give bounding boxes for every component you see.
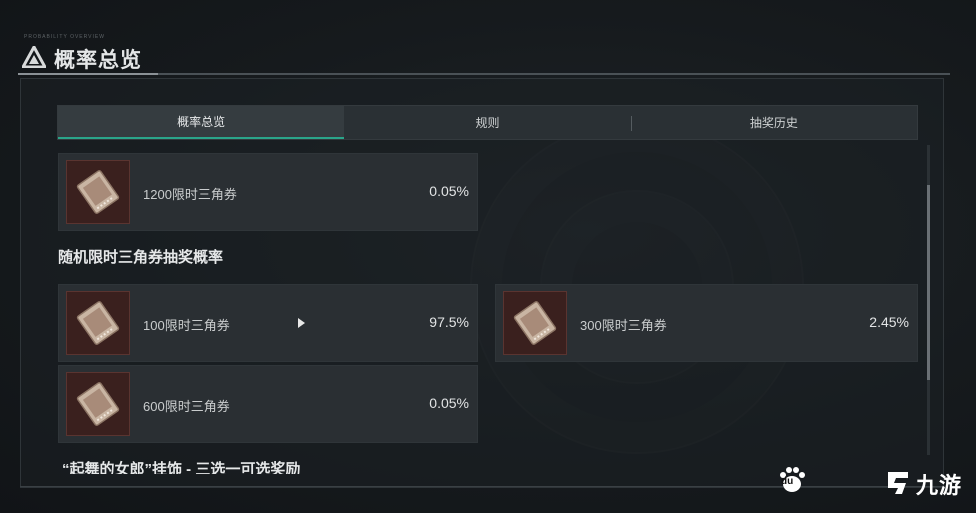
- prize-card-300[interactable]: 300限时三角券 2.45%: [495, 284, 918, 362]
- ticket-icon: [503, 291, 567, 355]
- prize-card-100[interactable]: 100限时三角券 97.5%: [58, 284, 478, 362]
- header-caption: PROBABILITY OVERVIEW: [24, 34, 105, 40]
- header-divider-accent: [18, 73, 158, 75]
- tab-overview[interactable]: 概率总览: [58, 106, 345, 139]
- tab-overview-label: 概率总览: [177, 115, 226, 129]
- ticket-icon: [66, 291, 130, 355]
- prize-card-1200[interactable]: 1200限时三角券 0.05%: [58, 153, 478, 231]
- section-title-random: 随机限时三角券抽奖概率: [58, 249, 224, 266]
- watermark-du-text: du: [781, 476, 794, 487]
- tab-separator: [630, 116, 632, 131]
- page-title: 概率总览: [54, 49, 142, 72]
- prize-card-600[interactable]: 600限时三角券 0.05%: [58, 365, 478, 443]
- prize-rate: 97.5%: [429, 314, 469, 330]
- prize-name: 100限时三角券: [143, 318, 230, 333]
- scrollbar-thumb[interactable]: [927, 185, 930, 380]
- header: PROBABILITY OVERVIEW 概率总览: [0, 0, 976, 80]
- ticket-icon: [66, 372, 130, 436]
- prize-name: 600限时三角券: [143, 399, 230, 414]
- prize-rate: 0.05%: [429, 183, 469, 199]
- ticket-icon: [66, 160, 130, 224]
- watermark-brand: 九游: [916, 473, 963, 498]
- jiuyou-logo-icon: [888, 472, 908, 494]
- prize-name: 1200限时三角券: [143, 187, 237, 202]
- prize-rate: 2.45%: [869, 314, 909, 330]
- tab-rules[interactable]: 规则: [344, 106, 630, 139]
- tab-history[interactable]: 抽奖历史: [630, 106, 917, 139]
- prize-name: 300限时三角券: [580, 318, 667, 333]
- watermark: du 九游: [778, 462, 976, 506]
- tab-history-label: 抽奖历史: [749, 116, 798, 130]
- prize-rate: 0.05%: [429, 395, 469, 411]
- tab-bar: 概率总览 规则 抽奖历史: [57, 105, 918, 140]
- triangle-logo-icon: [22, 46, 46, 68]
- tab-rules-label: 规则: [475, 116, 500, 130]
- section-title-pendant: “起舞的女郎”挂饰 - 三选一可选奖励: [62, 461, 301, 474]
- mouse-cursor-icon: [298, 318, 305, 328]
